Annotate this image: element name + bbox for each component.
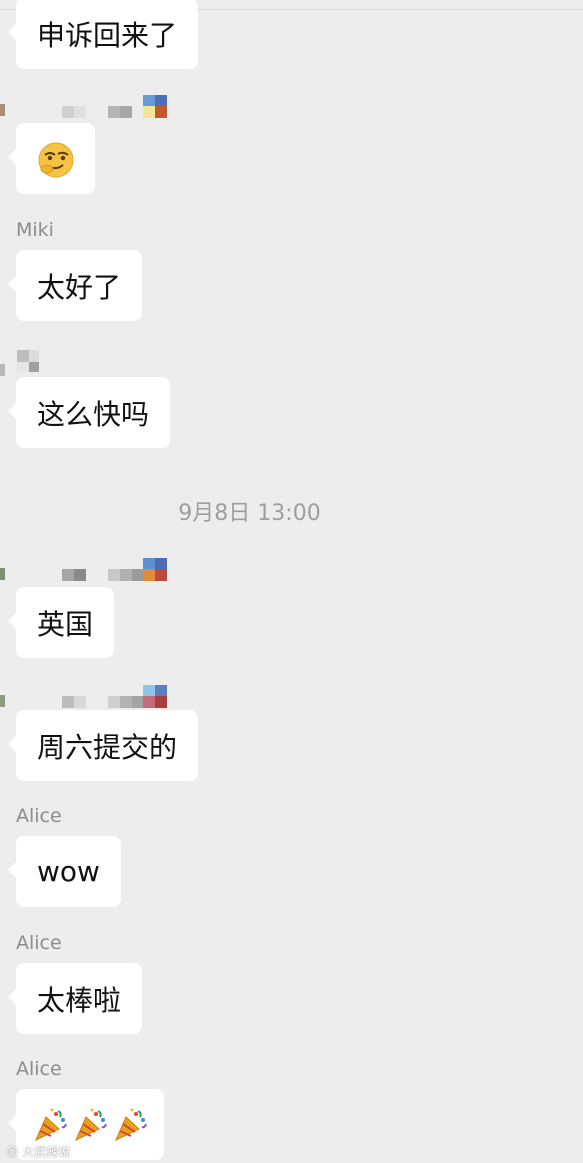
message-text: 英国 [37, 607, 94, 641]
message-bubble[interactable]: wow [8, 836, 121, 907]
message-text: 太棒啦 [37, 983, 122, 1017]
message-text: 太好了 [37, 270, 122, 304]
party-popper-icon [32, 1107, 68, 1143]
watermark-logo-icon: ☺ [6, 1145, 19, 1159]
chat-timestamp: 9月8日 13:00 [178, 501, 321, 526]
party-popper-icon [112, 1107, 148, 1143]
party-popper-icon [72, 1107, 108, 1143]
sender-name: Miki [16, 219, 54, 241]
watermark-text: 大武辣说 [22, 1145, 71, 1159]
message-bubble[interactable] [8, 123, 95, 194]
sender-name: Alice [16, 805, 62, 827]
message-bubble[interactable]: 太棒啦 [7, 963, 143, 1034]
message-bubble[interactable]: 申诉回来了 [7, 0, 199, 69]
smirking-face-icon [36, 139, 76, 179]
message-bubble[interactable]: 周六提交的 [7, 710, 199, 781]
message-text: 申诉回来了 [37, 18, 178, 52]
message-text: 周六提交的 [37, 730, 178, 764]
watermark: ☺ 大武辣说 [6, 1143, 70, 1160]
sender-name: Alice [16, 1058, 62, 1080]
message-bubble[interactable]: 这么快吗 [7, 377, 171, 448]
message-text: wow [37, 855, 100, 888]
message-bubble[interactable]: 英国 [7, 587, 115, 658]
sender-name: Alice [16, 932, 62, 954]
message-bubble[interactable]: 太好了 [7, 250, 143, 321]
message-text: 这么快吗 [37, 397, 150, 431]
